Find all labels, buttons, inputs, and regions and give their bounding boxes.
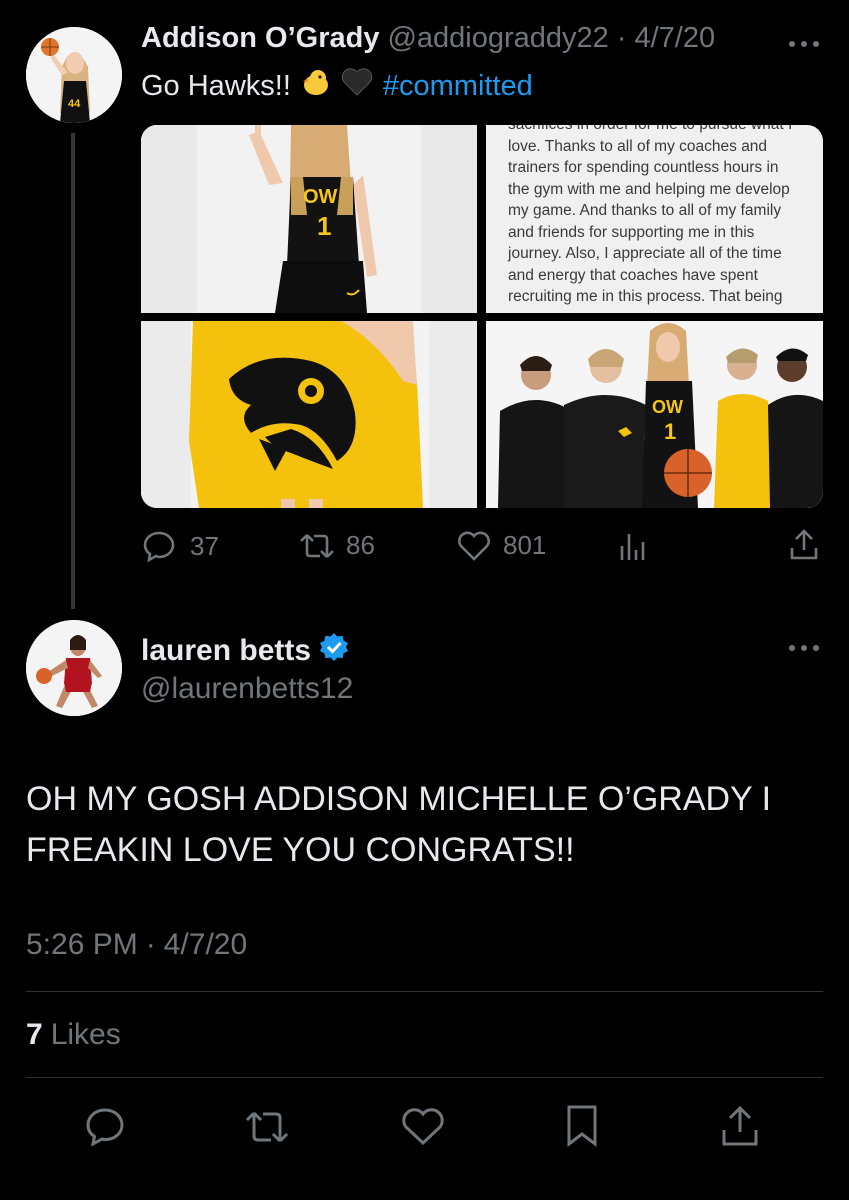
reply-name-row: lauren betts bbox=[141, 632, 349, 670]
share-icon bbox=[722, 1105, 758, 1146]
reply-text-line: OH MY GOSH ADDISON MICHELLE O’GRADY I bbox=[26, 780, 772, 818]
jersey-text: OW bbox=[303, 186, 338, 208]
letter-line: love. Thanks to all of my coaches and bbox=[508, 137, 768, 155]
letter-line: recruiting me in this process. That bein… bbox=[508, 288, 783, 305]
views-icon bbox=[618, 530, 648, 562]
divider bbox=[26, 991, 823, 992]
share-button[interactable] bbox=[789, 528, 819, 562]
header-separator: · bbox=[616, 22, 627, 54]
reply-button[interactable] bbox=[84, 1106, 126, 1151]
reply-date: 4/7/20 bbox=[163, 928, 248, 961]
reply-button[interactable]: 37 bbox=[142, 530, 219, 562]
jersey-number: 1 bbox=[317, 211, 331, 241]
reply-timestamp[interactable]: 5:26 PM · 4/7/20 bbox=[26, 928, 247, 962]
reply-count: 37 bbox=[190, 530, 219, 561]
addison-avatar[interactable]: 44 bbox=[26, 27, 122, 123]
retweet-button[interactable] bbox=[243, 1108, 291, 1151]
chick-emoji-icon bbox=[301, 67, 331, 105]
like-button[interactable] bbox=[401, 1108, 445, 1151]
reply-icon bbox=[142, 530, 176, 562]
group-jersey-number: 1 bbox=[664, 419, 676, 444]
likes-label: Likes bbox=[50, 1018, 121, 1051]
bookmark-button[interactable] bbox=[564, 1104, 600, 1153]
quoted-tweet-date[interactable]: 4/7/20 bbox=[634, 22, 715, 55]
divider bbox=[26, 1077, 823, 1078]
retweet-icon bbox=[245, 1111, 289, 1143]
media-grid: OW 1 sacrifices in order for me to pursu… bbox=[141, 125, 823, 508]
reply-text-line: FREAKIN LOVE YOU CONGRATS!! bbox=[26, 831, 575, 869]
group-jersey-text: OW bbox=[652, 397, 683, 417]
coaches-group-photo[interactable]: OW 1 bbox=[486, 321, 823, 508]
reply-time: 5:26 PM bbox=[26, 928, 138, 961]
letter-line: journey. Also, I appreciate all of the t… bbox=[508, 245, 782, 262]
hashtag-link[interactable]: #committed bbox=[383, 70, 533, 103]
thread-connector-line bbox=[71, 133, 75, 609]
likes-summary[interactable]: 7 Likes bbox=[26, 1018, 121, 1052]
verified-badge-icon bbox=[319, 632, 349, 670]
likes-count: 7 bbox=[26, 1018, 43, 1051]
lauren-display-name[interactable]: lauren betts bbox=[141, 634, 311, 668]
letter-line: the gym with me and helping me develop bbox=[508, 180, 790, 198]
tweet-text-prefix: Go Hawks!! bbox=[141, 69, 291, 102]
views-button[interactable] bbox=[618, 530, 648, 562]
quoted-tweet-header: Addison O’Grady @addiograddy22 · 4/7/20 bbox=[141, 22, 715, 55]
lauren-avatar[interactable] bbox=[26, 620, 122, 716]
like-icon bbox=[457, 531, 491, 561]
like-button[interactable]: 801 bbox=[457, 530, 546, 561]
retweet-count: 86 bbox=[346, 530, 375, 560]
retweet-button[interactable]: 86 bbox=[298, 530, 375, 561]
like-count: 801 bbox=[503, 530, 547, 560]
more-icon[interactable] bbox=[787, 26, 821, 57]
share-icon bbox=[789, 528, 819, 562]
black-heart-emoji-icon bbox=[341, 67, 373, 105]
addison-display-name[interactable]: Addison O’Grady bbox=[141, 22, 379, 55]
retweet-icon bbox=[298, 531, 336, 561]
hawkeye-flag-photo[interactable] bbox=[141, 321, 477, 508]
letter-line: sacrifices in order for me to pursue wha… bbox=[508, 125, 818, 136]
bookmark-icon bbox=[567, 1105, 597, 1148]
like-icon bbox=[402, 1108, 444, 1146]
commitment-letter-screenshot[interactable]: sacrifices in order for me to pursue wha… bbox=[486, 125, 823, 313]
letter-line: trainers for spending countless hours in bbox=[508, 159, 779, 176]
player-pointing-photo[interactable]: OW 1 bbox=[141, 125, 477, 313]
letter-line: and energy that coaches have spent bbox=[508, 266, 758, 284]
timestamp-separator: · bbox=[145, 928, 156, 961]
share-button[interactable] bbox=[720, 1104, 760, 1153]
reply-icon bbox=[86, 1108, 124, 1147]
avatar-jersey-number: 44 bbox=[68, 98, 81, 110]
lauren-handle[interactable]: @laurenbetts12 bbox=[141, 672, 353, 706]
quoted-tweet-text: Go Hawks!! #committed bbox=[141, 67, 533, 105]
more-icon[interactable] bbox=[787, 641, 821, 659]
letter-line: my game. And thanks to all of my family bbox=[508, 202, 782, 219]
addison-handle[interactable]: @addiograddy22 bbox=[387, 22, 608, 55]
letter-line: and friends for supporting me in this bbox=[508, 223, 755, 241]
reply-tweet-text: OH MY GOSH ADDISON MICHELLE O’GRADY I FR… bbox=[26, 774, 771, 876]
